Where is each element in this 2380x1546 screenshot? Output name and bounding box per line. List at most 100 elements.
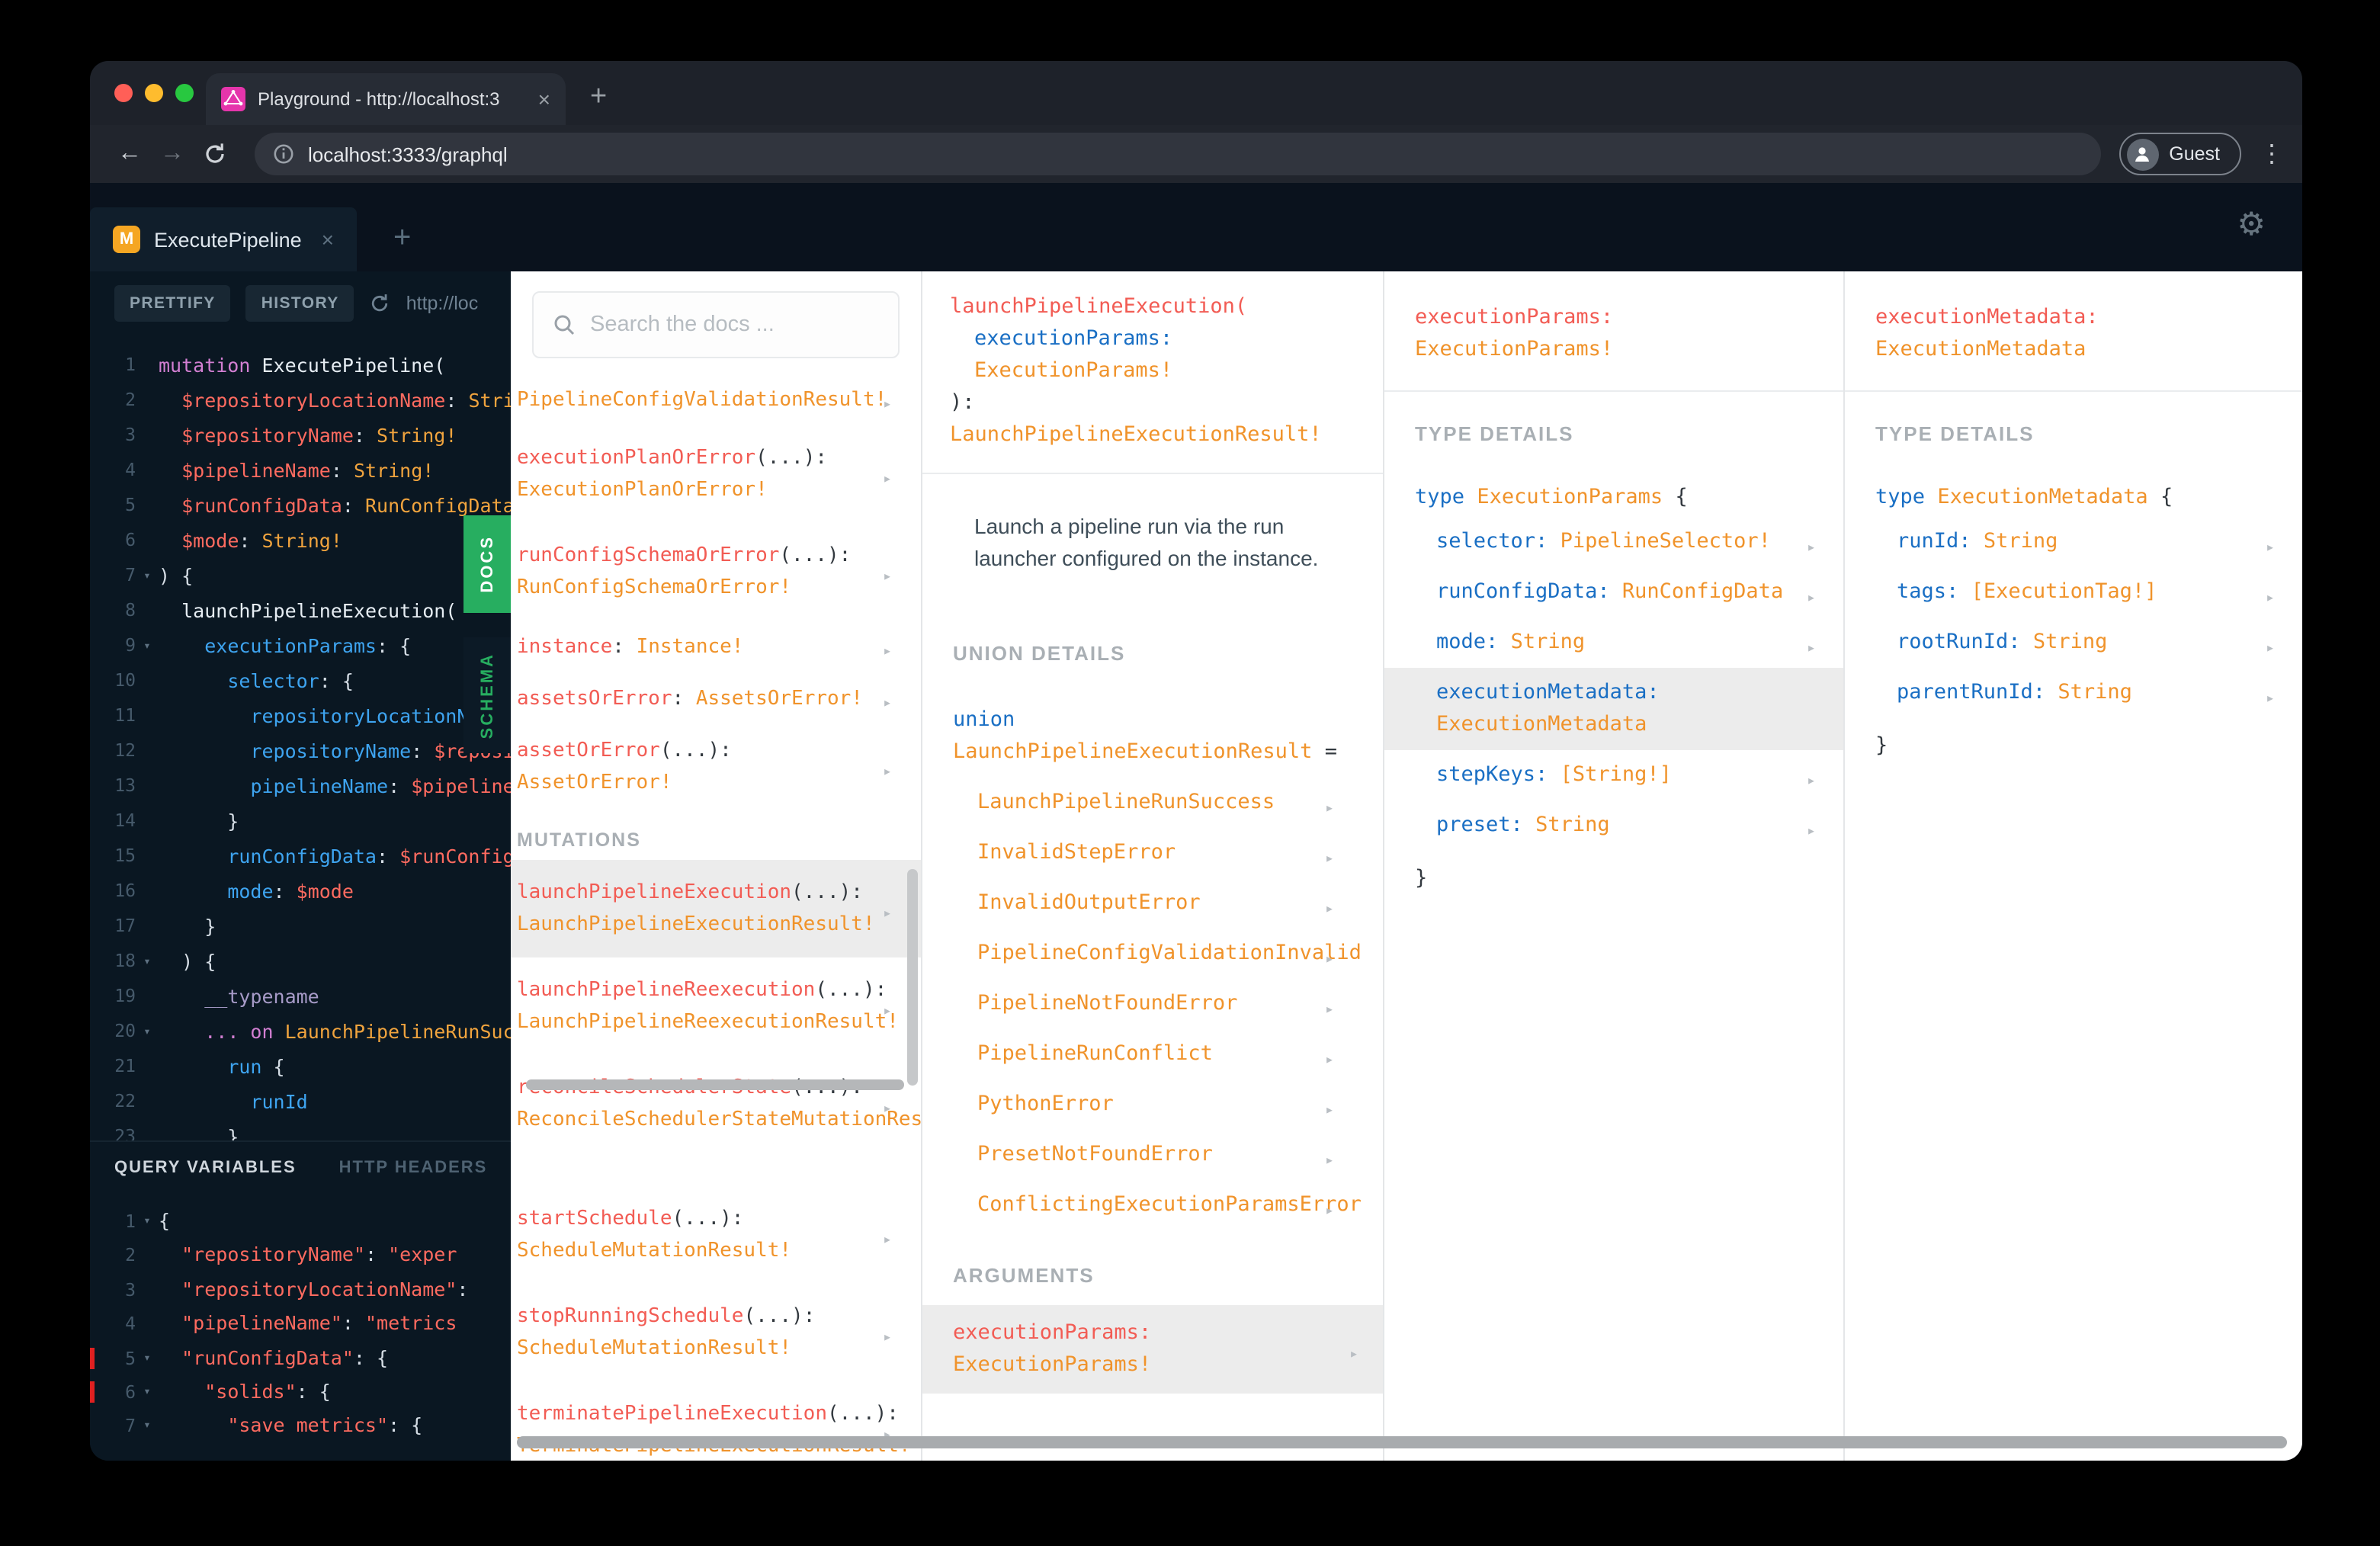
signature-arg-type[interactable]: ExecutionParams! <box>974 358 1172 383</box>
line-number: 8 <box>125 599 136 621</box>
chevron-right-icon: ▸ <box>882 906 892 922</box>
type-field-item[interactable]: runId: String ▸ <box>1845 517 2302 567</box>
type-field-item[interactable]: executionMetadata: ExecutionMetadata <box>1384 668 1843 750</box>
tab-query-variables[interactable]: QUERY VARIABLES <box>114 1158 297 1176</box>
error-marker <box>90 1347 95 1369</box>
chevron-right-icon: ▸ <box>1324 1051 1334 1068</box>
code-tokens: runConfigData: $runConfigData <box>227 845 511 868</box>
column-title: executionParams: ExecutionParams! <box>1384 271 1843 392</box>
chevron-right-icon: ▸ <box>1806 772 1816 789</box>
type-field-item[interactable]: selector: PipelineSelector! ▸ <box>1384 517 1843 567</box>
docs-column-root: PipelineConfigValidationResult!▸executio… <box>511 271 922 1461</box>
docs-field-item[interactable]: launchPipelineExecution(...): LaunchPipel… <box>511 860 921 957</box>
type-declaration: type ExecutionMetadata { <box>1845 445 2302 517</box>
union-member-item[interactable]: PipelineConfigValidationInvalid ▸ <box>922 929 1383 979</box>
minimize-window-button[interactable] <box>145 84 163 102</box>
playground-tab-close-icon[interactable]: × <box>322 227 334 252</box>
chevron-right-icon: ▸ <box>1324 951 1334 967</box>
docs-field-item[interactable]: reconcileSchedulerState(...):ReconcileSc… <box>511 1055 921 1153</box>
union-member-item[interactable]: InvalidOutputError ▸ <box>922 878 1383 929</box>
line-number: 7 <box>125 564 136 585</box>
search-box[interactable] <box>532 291 900 358</box>
docs-horizontal-scrollbar[interactable] <box>517 1436 2287 1448</box>
line-number: 15 <box>114 845 136 866</box>
browser-menu-icon[interactable]: ⋮ <box>2260 139 2284 169</box>
code-tokens: "solids": { <box>204 1379 331 1403</box>
prettify-button[interactable]: PRETTIFY <box>114 285 231 322</box>
docs-field-item[interactable]: executionPlanOrError(...): ExecutionPlanO… <box>511 425 921 523</box>
close-window-button[interactable] <box>114 84 133 102</box>
union-member-item[interactable]: PresetNotFoundError ▸ <box>922 1130 1383 1180</box>
docs-field-item[interactable]: PipelineConfigValidationResult! ▸ <box>511 374 921 425</box>
reload-button[interactable] <box>194 142 236 166</box>
docs-field-item[interactable]: terminatePipelineExecution(...):Terminat… <box>511 1381 921 1461</box>
argument-item[interactable]: executionParams: ExecutionParams! ▸ <box>922 1305 1383 1394</box>
code-line: 12 repositoryName: $repositoryName <box>90 733 511 768</box>
fold-arrow-icon: ▾ <box>143 639 151 653</box>
tab-close-icon[interactable]: × <box>538 87 550 111</box>
union-member-item[interactable]: PipelineRunConflict ▸ <box>922 1029 1383 1079</box>
docs-field-item[interactable]: stopRunningSchedule(...): ScheduleMutatio… <box>511 1284 921 1381</box>
type-field-item[interactable]: mode: String ▸ <box>1384 617 1843 668</box>
brace-open: { <box>1675 485 1688 509</box>
title-type-name: ExecutionMetadata <box>1875 337 2087 361</box>
playground-tab-executepipeline[interactable]: M ExecutePipeline × <box>90 207 358 271</box>
maximize-window-button[interactable] <box>175 84 194 102</box>
line-number: 3 <box>125 1278 136 1301</box>
settings-gear-icon[interactable]: ⚙ <box>2237 209 2266 241</box>
back-button[interactable]: ← <box>108 140 151 168</box>
search-input[interactable] <box>590 313 880 337</box>
docs-field-item[interactable]: runConfigSchemaOrError(...): RunConfigSch… <box>511 523 921 621</box>
union-member-item[interactable]: PythonError ▸ <box>922 1079 1383 1130</box>
code-line: 21 run { <box>90 1049 511 1084</box>
docs-field-item[interactable]: startSchedule(...): ScheduleMutationResul… <box>511 1186 921 1284</box>
code-line: 3 $repositoryName: String! <box>90 418 511 453</box>
type-name[interactable]: ExecutionMetadata <box>1937 485 2147 509</box>
horizontal-scrollbar[interactable] <box>526 1079 904 1090</box>
chevron-right-icon: ▸ <box>882 1232 892 1249</box>
site-info-icon[interactable] <box>273 143 294 165</box>
type-field-item[interactable]: preset: String ▸ <box>1384 800 1843 851</box>
tab-http-headers[interactable]: HTTP HEADERS <box>339 1158 488 1176</box>
type-field-item[interactable]: rootRunId: String ▸ <box>1845 617 2302 668</box>
vertical-scrollbar[interactable] <box>907 869 918 1086</box>
docs-side-tab[interactable]: DOCS <box>463 515 511 613</box>
forward-button[interactable]: → <box>151 140 194 168</box>
docs-field-item[interactable]: assetOrError(...): AssetOrError! ▸ <box>511 724 921 808</box>
chevron-right-icon: ▸ <box>882 643 892 660</box>
query-editor[interactable]: 1 mutation ExecutePipeline(2 $repositoryL… <box>90 335 511 1140</box>
schema-side-tab[interactable]: SCHEMA <box>463 637 511 753</box>
type-field-item[interactable]: parentRunId: String ▸ <box>1845 668 2302 718</box>
code-line: 5 ▾ "runConfigData": { <box>90 1341 511 1375</box>
chevron-right-icon: ▸ <box>1324 800 1334 816</box>
union-member-item[interactable]: ConflictingExecutionParamsError ▸ <box>922 1180 1383 1230</box>
history-button[interactable]: HISTORY <box>245 285 354 322</box>
signature-return-type[interactable]: LaunchPipelineExecutionResult! <box>950 422 1322 447</box>
profile-button[interactable]: Guest <box>2119 133 2241 175</box>
code-line: 3 "repositoryLocationName": <box>90 1273 511 1307</box>
docs-field-item[interactable]: launchPipelineReexecution(...): LaunchPip… <box>511 957 921 1055</box>
union-member-item[interactable]: LaunchPipelineRunSuccess ▸ <box>922 778 1383 828</box>
endpoint-url[interactable]: http://loc <box>406 293 479 314</box>
type-field-item[interactable]: tags: [ExecutionTag!] ▸ <box>1845 567 2302 617</box>
type-name[interactable]: ExecutionParams <box>1477 485 1663 509</box>
union-name[interactable]: LaunchPipelineExecutionResult <box>953 739 1312 764</box>
address-bar[interactable]: localhost:3333/graphql <box>255 133 2101 175</box>
docs-field-item[interactable]: assetsOrError: AssetsOrError! ▸ <box>511 672 921 724</box>
type-field-item[interactable]: runConfigData: RunConfigData ▸ <box>1384 567 1843 617</box>
docs-field-item[interactable]: instance: Instance! ▸ <box>511 621 921 672</box>
code-tokens: ) { <box>159 564 194 587</box>
union-member-item[interactable]: PipelineNotFoundError ▸ <box>922 979 1383 1029</box>
query-variables-editor[interactable]: 1 ▾{2 "repositoryName": "exper 3 "reposito… <box>90 1192 511 1461</box>
browser-tab[interactable]: Playground - http://localhost:3 × <box>206 73 566 125</box>
union-member-item[interactable]: InvalidStepError ▸ <box>922 828 1383 878</box>
line-number: 13 <box>114 775 136 796</box>
line-number: 2 <box>125 1244 136 1266</box>
title-field-name: executionParams: <box>1415 305 1614 329</box>
line-number: 20 <box>114 1020 136 1041</box>
new-tab-button[interactable]: + <box>590 81 607 114</box>
argument-name: executionParams: <box>953 1320 1152 1345</box>
type-field-item[interactable]: stepKeys: [String!] ▸ <box>1384 750 1843 800</box>
playground-new-tab-button[interactable]: + <box>393 221 411 256</box>
reload-schema-icon[interactable] <box>370 293 391 314</box>
